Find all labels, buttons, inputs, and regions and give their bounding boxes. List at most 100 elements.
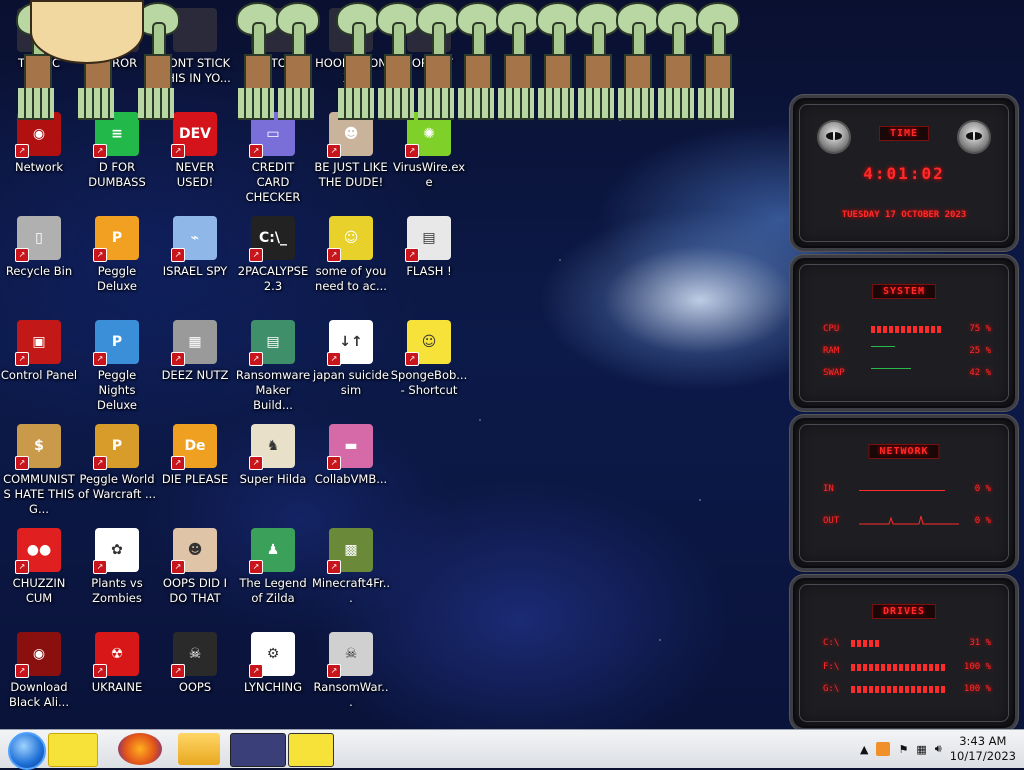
system-row-ram: RAM 25 % bbox=[823, 346, 991, 358]
desktop-icon-die-please[interactable]: De ↗ DIE PLEASE bbox=[156, 424, 234, 487]
desktop-icon-viruswire[interactable]: ✺ ↗ VirusWire.exe bbox=[390, 112, 468, 190]
desktop-icon-oops[interactable]: ☠ ↗ OOPS bbox=[156, 632, 234, 695]
oops-did-i-do-that-icon: ☻ ↗ bbox=[171, 528, 217, 574]
desktop-icon-ukraine[interactable]: ☢ ↗ UKRAINE bbox=[78, 632, 156, 695]
desktop-icon-label: japan suicide sim bbox=[313, 368, 389, 397]
system-widget[interactable]: SYSTEM CPU 75 % RAM 25 % SWAP 42 % bbox=[790, 255, 1018, 411]
shortcut-arrow-icon: ↗ bbox=[93, 352, 107, 366]
spongebob-window-icon[interactable] bbox=[288, 733, 334, 767]
network-out-row: OUT 0 % bbox=[823, 515, 991, 528]
desktop-icon-network[interactable]: ◉ ↗ Network bbox=[0, 112, 78, 175]
desktop-icon-oops-did-i-do-that[interactable]: ☻ ↗ OOPS DID I DO THAT bbox=[156, 528, 234, 606]
desktop-icon-label: RansomWar... bbox=[313, 680, 389, 709]
time-widget[interactable]: TIME 4:01:02 TUESDAY 17 OCTOBER 2023 bbox=[790, 95, 1018, 251]
israel-spy-icon: ⌁ ↗ bbox=[171, 216, 217, 262]
communists-icon: $ ↗ bbox=[15, 424, 61, 470]
desktop-icon-credit-card-checker[interactable]: ▭ ↗ CREDIT CARD CHECKER bbox=[234, 112, 312, 205]
drive-row: G:\ 100 % bbox=[823, 684, 991, 696]
desktop-icon-ransomware-maker[interactable]: ▤ ↗ Ransomware Maker Build... bbox=[234, 320, 312, 413]
desktop-icon-chuzzin-cum[interactable]: ●● ↗ CHUZZIN CUM bbox=[0, 528, 78, 606]
spongebob-taskbar-icon[interactable] bbox=[48, 733, 98, 767]
volume-icon[interactable]: 🔊︎ bbox=[935, 742, 942, 756]
shortcut-arrow-icon: ↗ bbox=[171, 144, 185, 158]
shortcut-arrow-icon: ↗ bbox=[15, 456, 29, 470]
shortcut-arrow-icon: ↗ bbox=[93, 456, 107, 470]
desktop-icon-2pacalypse[interactable]: C:\_ ↗ 2PACALYPSE 2.3 bbox=[234, 216, 312, 294]
network-out-value: 0 % bbox=[974, 516, 991, 526]
desktop-icon-never-used[interactable]: DEV ↗ NEVER USED! bbox=[156, 112, 234, 190]
desktop-icon-israel-spy[interactable]: ⌁ ↗ ISRAEL SPY bbox=[156, 216, 234, 279]
desktop-icon-label: 2PACALYPSE 2.3 bbox=[237, 264, 309, 293]
desktop-icon-legend-of-zilda[interactable]: ♟ ↗ The Legend of Zilda bbox=[234, 528, 312, 606]
desktop-icon-label: SpongeBob... - Shortcut bbox=[390, 368, 468, 397]
spongebob-shortcut-icon: ☺ ↗ bbox=[405, 320, 451, 366]
shortcut-arrow-icon: ↗ bbox=[15, 144, 29, 158]
desktop-icon-recycle-bin[interactable]: ▯ ↗ Recycle Bin bbox=[0, 216, 78, 279]
desktop-icon-label: DIE PLEASE bbox=[161, 472, 229, 486]
firefox-icon[interactable] bbox=[118, 733, 162, 765]
desktop-icon-label: Network bbox=[14, 160, 64, 174]
desktop-icon-control-panel[interactable]: ▣ ↗ Control Panel bbox=[0, 320, 78, 383]
desktop-icon-lynching[interactable]: ⚙ ↗ LYNCHING bbox=[234, 632, 312, 695]
shortcut-arrow-icon: ↗ bbox=[15, 352, 29, 366]
desktop-icon-label: ISRAEL SPY bbox=[162, 264, 228, 278]
drive-row-bar bbox=[851, 686, 947, 693]
desktop-icon-some-of-you[interactable]: ☺ ↗ some of you need to ac... bbox=[312, 216, 390, 294]
credit-card-taskbar-icon[interactable] bbox=[230, 733, 286, 767]
desktop-icon-ransomwar[interactable]: ☠ ↗ RansomWar... bbox=[312, 632, 390, 710]
drive-row-label: G:\ bbox=[823, 684, 840, 694]
desktop-icon-peggle-world-warcraft[interactable]: P ↗ Peggle World of Warcraft ... bbox=[78, 424, 156, 502]
network-title: NETWORK bbox=[868, 444, 940, 459]
drive-row: C:\ 31 % bbox=[823, 638, 991, 650]
file-explorer-icon[interactable] bbox=[178, 733, 220, 765]
desktop-icon-label: NEVER USED! bbox=[175, 160, 215, 189]
control-panel-icon: ▣ ↗ bbox=[15, 320, 61, 366]
desktop-icon-deez-nutz[interactable]: ▦ ↗ DEEZ NUTZ bbox=[156, 320, 234, 383]
shortcut-arrow-icon: ↗ bbox=[327, 352, 341, 366]
desktop-icon-label: Ransomware Maker Build... bbox=[235, 368, 311, 412]
show-hidden-icons-icon[interactable]: ▲ bbox=[860, 743, 868, 756]
flag-icon[interactable]: ⚑ bbox=[898, 743, 908, 756]
system-row-label: SWAP bbox=[823, 368, 845, 378]
desktop-icon-download-black-ali[interactable]: ◉ ↗ Download Black Ali... bbox=[0, 632, 78, 710]
system-row-value: 42 % bbox=[969, 368, 991, 378]
desktop-icon-label: Download Black Ali... bbox=[9, 680, 69, 709]
tray-app-icon[interactable] bbox=[876, 742, 891, 756]
desktop-icon-label: Recycle Bin bbox=[5, 264, 73, 278]
network-out-label: OUT bbox=[823, 516, 840, 526]
system-row-value: 25 % bbox=[969, 346, 991, 356]
shortcut-arrow-icon: ↗ bbox=[15, 560, 29, 574]
network-tray-icon[interactable]: ▦ bbox=[916, 743, 926, 756]
desktop-icon-peggle-nights[interactable]: P ↗ Peggle Nights Deluxe bbox=[78, 320, 156, 413]
desktop-icon-peggle-deluxe[interactable]: P ↗ Peggle Deluxe bbox=[78, 216, 156, 294]
network-in-graph bbox=[859, 490, 945, 491]
desktop-icon-minecraft4fr[interactable]: ▩ ↗ Minecraft4Fr... bbox=[312, 528, 390, 606]
desktop-icon-collabvmb[interactable]: ▬ ↗ CollabVMB... bbox=[312, 424, 390, 487]
desktop-icon-flash[interactable]: ▤ ↗ FLASH ! bbox=[390, 216, 468, 279]
desktop-icon-be-just-like-the-dude[interactable]: ☻ ↗ BE JUST LIKE THE DUDE! bbox=[312, 112, 390, 190]
desktop-icon-communists[interactable]: $ ↗ COMMUNISTS HATE THIS G... bbox=[0, 424, 78, 517]
start-button[interactable] bbox=[8, 732, 46, 770]
desktop-icon-japan-suicide-sim[interactable]: ↓↑ ↗ japan suicide sim bbox=[312, 320, 390, 398]
alien-head-icon bbox=[817, 120, 851, 154]
desktop-icon-super-hilda[interactable]: ♞ ↗ Super Hilda bbox=[234, 424, 312, 487]
drive-row-value: 100 % bbox=[963, 684, 991, 694]
shortcut-arrow-icon: ↗ bbox=[327, 664, 341, 678]
squidward-sprite bbox=[690, 2, 742, 120]
drive-row-value: 100 % bbox=[963, 662, 991, 672]
network-in-label: IN bbox=[823, 484, 834, 494]
taskbar-clock[interactable]: 3:43 AM 10/17/2023 bbox=[950, 734, 1016, 764]
desktop-icon-spongebob-shortcut[interactable]: ☺ ↗ SpongeBob... - Shortcut bbox=[390, 320, 468, 398]
network-widget[interactable]: NETWORK IN 0 % OUT 0 % bbox=[790, 415, 1018, 571]
desktop-icon-plants-vs-zombies[interactable]: ✿ ↗ Plants vs Zombies bbox=[78, 528, 156, 606]
peggle-nights-icon: P ↗ bbox=[93, 320, 139, 366]
desktop-icon-label: Minecraft4Fr... bbox=[312, 576, 391, 605]
drive-row-label: C:\ bbox=[823, 638, 840, 648]
lynching-icon: ⚙ ↗ bbox=[249, 632, 295, 678]
shortcut-arrow-icon: ↗ bbox=[249, 352, 263, 366]
desktop-icon-d-for-dumbass[interactable]: ≡ ↗ D FOR DUMBASS bbox=[78, 112, 156, 190]
drives-widget[interactable]: DRIVES C:\ 31 % F:\ 100 % G:\ 100 % bbox=[790, 575, 1018, 731]
network-in-value: 0 % bbox=[974, 484, 991, 494]
legend-of-zilda-icon: ♟ ↗ bbox=[249, 528, 295, 574]
time-title: TIME bbox=[878, 126, 930, 141]
